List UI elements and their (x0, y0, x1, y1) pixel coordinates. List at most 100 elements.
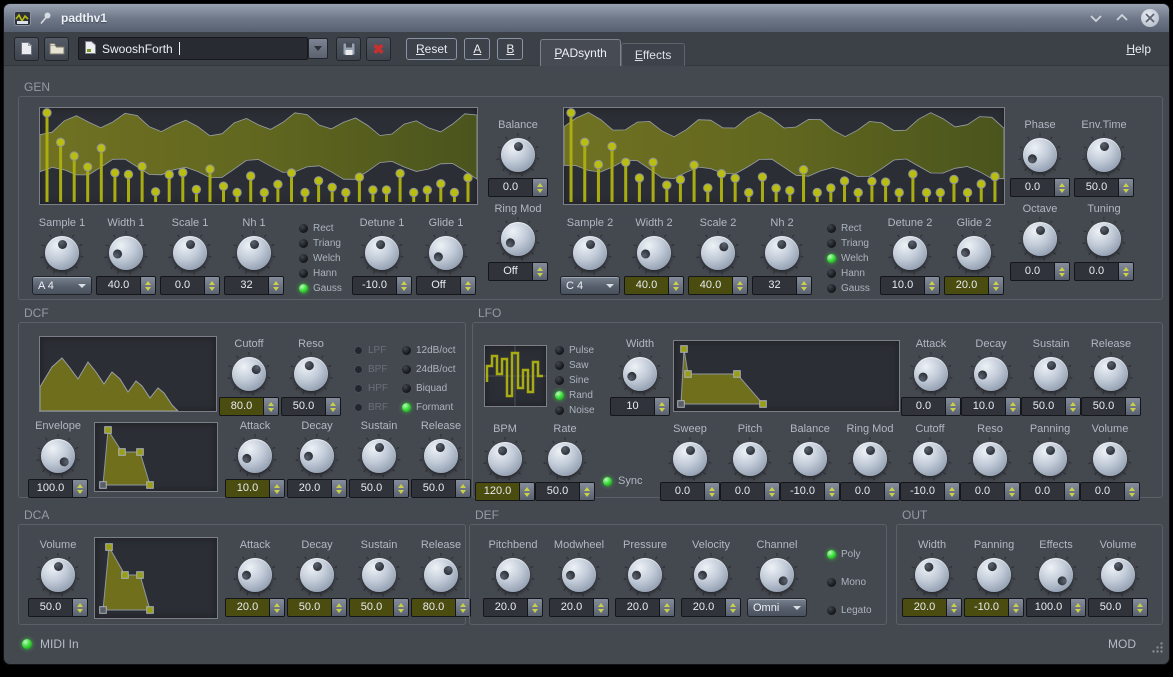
spinbox-arrows[interactable] (268, 277, 283, 294)
spinbox-arrows[interactable] (72, 599, 87, 616)
lfo-cutoff-knob[interactable] (909, 438, 951, 480)
spinbox-arrows[interactable] (263, 398, 278, 415)
a-button[interactable]: A (464, 38, 490, 60)
spinbox-arrows[interactable] (519, 483, 534, 500)
lfo-balance-spinbox[interactable]: -10.0 (780, 482, 840, 501)
radio-hann[interactable]: Hann (299, 266, 349, 281)
lfo-volume-spinbox[interactable]: 0.0 (1080, 482, 1140, 501)
sync-toggle[interactable]: Sync (603, 475, 642, 487)
radio-rect[interactable]: Rect (827, 221, 877, 236)
out-volume-spinbox[interactable]: 50.0 (1088, 598, 1148, 617)
spinbox-arrows[interactable] (1118, 179, 1133, 196)
spinbox-arrows[interactable] (668, 277, 683, 294)
def-modwheel-spinbox[interactable]: 20.0 (549, 598, 609, 617)
sample1-combo[interactable]: A 4 (32, 276, 92, 295)
lfo-wave-display[interactable] (484, 345, 547, 407)
spinbox-arrows[interactable] (1054, 263, 1069, 280)
out-width-knob[interactable] (911, 554, 953, 596)
lfo-decay-spinbox[interactable]: 10.0 (961, 397, 1021, 416)
spinbox-arrows[interactable] (331, 599, 346, 616)
lfo-release-knob[interactable] (1090, 353, 1132, 395)
spinbox-arrows[interactable] (796, 277, 811, 294)
sample1-knob[interactable] (41, 232, 83, 274)
spinbox-arrows[interactable] (532, 179, 547, 196)
reset-button[interactable]: Reset (406, 38, 457, 60)
spinbox-arrows[interactable] (945, 398, 960, 415)
radio-triang[interactable]: Triang (827, 236, 877, 251)
b-button[interactable]: B (497, 38, 523, 60)
lfo-decay-knob[interactable] (970, 353, 1012, 395)
glide2-knob[interactable] (953, 232, 995, 274)
lfo-balance-knob[interactable] (789, 438, 831, 480)
nh2-knob[interactable] (761, 232, 803, 274)
dca-release-knob[interactable] (420, 554, 462, 596)
tab-effects[interactable]: Effects (621, 43, 685, 66)
lfo-reso-spinbox[interactable]: 0.0 (960, 482, 1020, 501)
spinbox-arrows[interactable] (393, 599, 408, 616)
gen-octave-spinbox[interactable]: 0.0 (1010, 262, 1070, 281)
spinbox-arrows[interactable] (325, 398, 340, 415)
gen-phase-spinbox[interactable]: 0.0 (1010, 178, 1070, 197)
dca-sustain-knob[interactable] (358, 554, 400, 596)
out-width-spinbox[interactable]: 20.0 (902, 598, 962, 617)
spinbox-arrows[interactable] (269, 480, 284, 497)
spinbox-arrows[interactable] (455, 480, 470, 497)
spinbox-arrows[interactable] (659, 599, 674, 616)
tab-padsynth[interactable]: PADsynth (540, 39, 620, 66)
spinbox-arrows[interactable] (884, 483, 899, 500)
preset-combo[interactable]: SwooshForth (78, 37, 308, 60)
nh1-spinbox[interactable]: 32 (224, 276, 284, 295)
open-preset-button[interactable] (44, 37, 69, 61)
radio-formant[interactable]: Formant (402, 398, 466, 417)
dca-volume-spinbox[interactable]: 50.0 (28, 598, 88, 617)
lfo-envelope-display[interactable] (673, 340, 900, 412)
lfo-sustain-knob[interactable] (1030, 353, 1072, 395)
dcf-attack-spinbox[interactable]: 10.0 (225, 479, 285, 498)
gen-balance-spinbox[interactable]: 0.0 (488, 178, 548, 197)
def-velocity-knob[interactable] (690, 554, 732, 596)
preset-dropdown-button[interactable] (308, 38, 328, 59)
scale2-spinbox[interactable]: 40.0 (688, 276, 748, 295)
lfo-pitch-spinbox[interactable]: 0.0 (720, 482, 780, 501)
gen-octave-knob[interactable] (1019, 218, 1061, 260)
dcf-envelope-spinbox[interactable]: 100.0 (28, 479, 88, 498)
def-velocity-spinbox[interactable]: 20.0 (681, 598, 741, 617)
scale2-knob[interactable] (697, 232, 739, 274)
lfo-bpm-knob[interactable] (484, 438, 526, 480)
radio-noise[interactable]: Noise (555, 403, 615, 418)
lfo-bpm-spinbox[interactable]: 120.0 (475, 482, 535, 501)
lfo-width-knob[interactable] (619, 353, 661, 395)
gen-ringmod-spinbox[interactable]: Off (488, 262, 548, 281)
glide2-spinbox[interactable]: 20.0 (944, 276, 1004, 295)
spinbox-arrows[interactable] (204, 277, 219, 294)
spinbox-arrows[interactable] (1132, 599, 1147, 616)
radio-triang[interactable]: Triang (299, 236, 349, 251)
gen-envtime-knob[interactable] (1083, 134, 1125, 176)
dcf-release-spinbox[interactable]: 50.0 (411, 479, 471, 498)
lfo-cutoff-spinbox[interactable]: -10.0 (900, 482, 960, 501)
spinbox-arrows[interactable] (331, 480, 346, 497)
spinbox-arrows[interactable] (1125, 398, 1140, 415)
minimize-button[interactable] (1089, 12, 1103, 24)
spinbox-arrows[interactable] (140, 277, 155, 294)
spinbox-arrows[interactable] (72, 480, 87, 497)
out-panning-knob[interactable] (973, 554, 1015, 596)
lfo-rate-spinbox[interactable]: 50.0 (535, 482, 595, 501)
spinbox-arrows[interactable] (460, 277, 475, 294)
def-pressure-spinbox[interactable]: 20.0 (615, 598, 675, 617)
new-preset-button[interactable] (14, 37, 39, 61)
lfo-rate-knob[interactable] (544, 438, 586, 480)
nh1-knob[interactable] (233, 232, 275, 274)
def-modwheel-knob[interactable] (558, 554, 600, 596)
dcf-decay-spinbox[interactable]: 20.0 (287, 479, 347, 498)
width2-spinbox[interactable]: 40.0 (624, 276, 684, 295)
gen-phase-knob[interactable] (1019, 134, 1061, 176)
spinbox-arrows[interactable] (269, 599, 284, 616)
gen-ringmod-knob[interactable] (497, 218, 539, 260)
spinbox-arrows[interactable] (393, 480, 408, 497)
spinbox-arrows[interactable] (1064, 483, 1079, 500)
width1-knob[interactable] (105, 232, 147, 274)
dcf-cutoff-spinbox[interactable]: 80.0 (219, 397, 279, 416)
width1-spinbox[interactable]: 40.0 (96, 276, 156, 295)
dca-decay-knob[interactable] (296, 554, 338, 596)
